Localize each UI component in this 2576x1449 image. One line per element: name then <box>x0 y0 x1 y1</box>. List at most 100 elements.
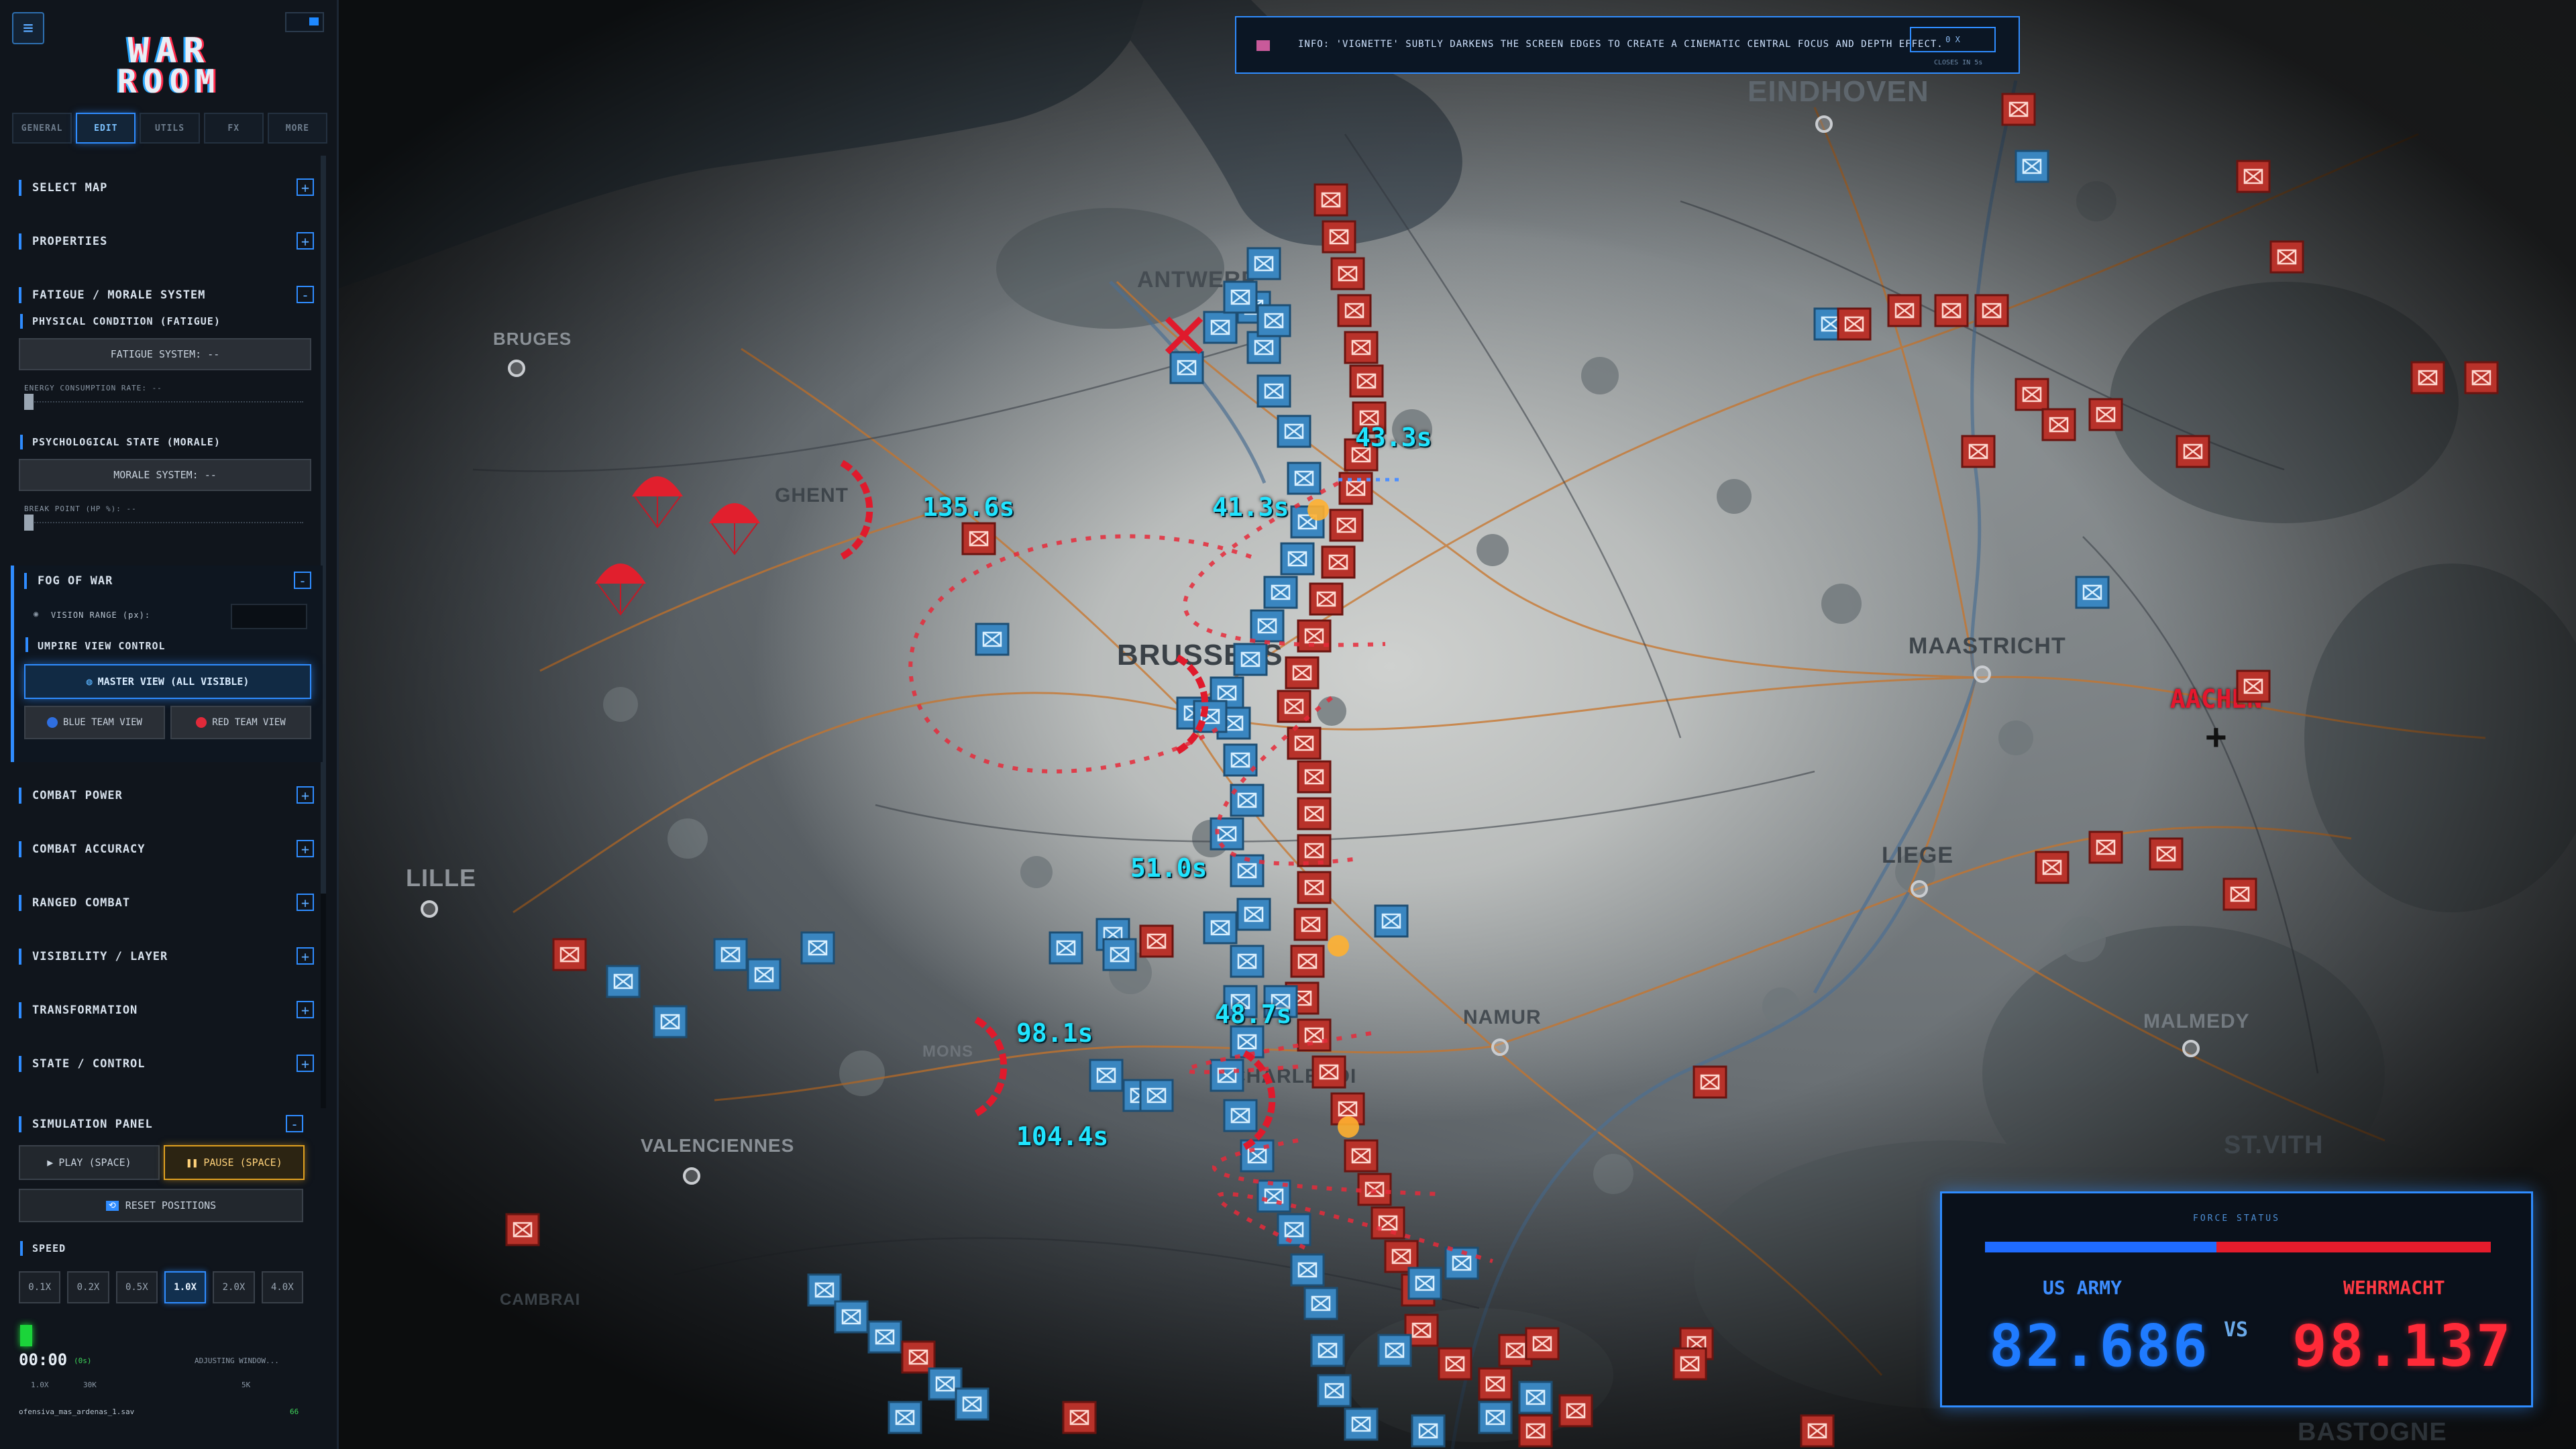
vision-range-input[interactable] <box>231 604 307 629</box>
expand-button[interactable]: + <box>297 786 314 804</box>
axis-unit-icon[interactable] <box>1311 1055 1346 1089</box>
axis-unit-icon[interactable] <box>1672 1347 1707 1381</box>
axis-unit-icon[interactable] <box>1329 508 1364 542</box>
allied-unit-icon[interactable] <box>1256 304 1291 337</box>
allied-unit-icon[interactable] <box>1263 576 1298 609</box>
axis-unit-icon[interactable] <box>1337 294 1372 327</box>
expand-button[interactable]: + <box>297 232 314 250</box>
section-transformation[interactable]: TRANSFORMATION + <box>19 998 314 1022</box>
defense-arc[interactable] <box>974 1016 1008 1117</box>
axis-unit-icon[interactable] <box>2236 669 2271 703</box>
expand-button[interactable]: + <box>297 1001 314 1018</box>
axis-unit-icon[interactable] <box>1478 1367 1513 1401</box>
allied-unit-icon[interactable] <box>975 623 1010 656</box>
allied-unit-icon[interactable] <box>1287 462 1322 495</box>
allied-unit-icon[interactable] <box>1236 898 1271 931</box>
axis-unit-icon[interactable] <box>1290 945 1325 978</box>
defense-arc[interactable] <box>840 460 873 560</box>
info-dismiss-button[interactable]: 0 X <box>1910 27 1996 52</box>
axis-unit-icon[interactable] <box>2041 408 2076 441</box>
axis-unit-icon[interactable] <box>2269 240 2304 274</box>
axis-unit-icon[interactable] <box>1934 294 1969 327</box>
allied-unit-icon[interactable] <box>1203 311 1238 344</box>
axis-unit-icon[interactable] <box>2015 378 2049 411</box>
allied-unit-icon[interactable] <box>606 965 641 998</box>
axis-unit-icon[interactable] <box>505 1213 540 1246</box>
reset-positions-button[interactable]: ⟲ RESET POSITIONS <box>19 1189 303 1222</box>
allied-unit-icon[interactable] <box>1256 374 1291 408</box>
axis-unit-icon[interactable] <box>1438 1347 1472 1381</box>
axis-unit-icon[interactable] <box>1297 834 1332 867</box>
axis-unit-icon[interactable] <box>2222 877 2257 911</box>
axis-unit-icon[interactable] <box>1887 294 1922 327</box>
play-button[interactable]: ▶ PLAY (SPACE) <box>19 1145 160 1180</box>
tab-general[interactable]: GENERAL <box>12 113 72 144</box>
axis-unit-icon[interactable] <box>1344 331 1379 364</box>
axis-unit-icon[interactable] <box>2149 837 2184 871</box>
collapse-button[interactable]: - <box>286 1115 303 1132</box>
allied-unit-icon[interactable] <box>1518 1381 1553 1414</box>
tab-fx[interactable]: FX <box>203 113 264 144</box>
allied-unit-icon[interactable] <box>1169 351 1204 384</box>
section-fatigue[interactable]: FATIGUE / MORALE SYSTEM - <box>19 283 314 307</box>
allied-unit-icon[interactable] <box>1377 1334 1412 1367</box>
energy-rate-slider[interactable] <box>24 394 303 410</box>
allied-unit-icon[interactable] <box>2075 576 2110 609</box>
fatigue-system-button[interactable]: FATIGUE SYSTEM: -- <box>19 338 311 370</box>
morale-system-button[interactable]: MORALE SYSTEM: -- <box>19 459 311 491</box>
allied-unit-icon[interactable] <box>1317 1374 1352 1407</box>
tab-utils[interactable]: UTILS <box>140 113 200 144</box>
section-select-map[interactable]: SELECT MAP + <box>19 176 314 200</box>
axis-unit-icon[interactable] <box>1309 582 1344 616</box>
axis-unit-icon[interactable] <box>2088 398 2123 431</box>
allied-unit-icon[interactable] <box>834 1300 869 1334</box>
allied-unit-icon[interactable] <box>1277 415 1311 448</box>
section-combat-accuracy[interactable]: COMBAT ACCURACY + <box>19 837 314 861</box>
master-view-button[interactable]: ◍ MASTER VIEW (ALL VISIBLE) <box>24 664 311 699</box>
allied-unit-icon[interactable] <box>1344 1407 1379 1441</box>
blue-team-view-button[interactable]: BLUE TEAM VIEW <box>24 706 165 739</box>
speed-0.5x[interactable]: 0.5X <box>115 1271 158 1303</box>
axis-unit-icon[interactable] <box>1321 545 1356 579</box>
axis-unit-icon[interactable] <box>1062 1401 1097 1434</box>
section-simulation-panel[interactable]: SIMULATION PANEL - <box>19 1112 303 1136</box>
battle-map[interactable]: EINDHOVEN ANTWERP BRUGES GHENT BRUSSELS … <box>339 0 2576 1449</box>
axis-unit-icon[interactable] <box>1285 656 1320 690</box>
axis-unit-icon[interactable] <box>961 522 996 555</box>
axis-unit-icon[interactable] <box>1330 257 1365 290</box>
speed-1.0x[interactable]: 1.0X <box>164 1271 207 1303</box>
allied-unit-icon[interactable] <box>1246 247 1281 280</box>
axis-unit-icon[interactable] <box>1322 220 1356 254</box>
axis-unit-icon[interactable] <box>1344 1139 1379 1173</box>
tab-more[interactable]: MORE <box>267 113 328 144</box>
allied-unit-icon[interactable] <box>653 1005 688 1038</box>
allied-unit-icon[interactable] <box>1411 1414 1446 1448</box>
axis-unit-icon[interactable] <box>1293 908 1328 941</box>
explosion-icon[interactable] <box>1338 1116 1359 1138</box>
expand-button[interactable]: + <box>297 894 314 911</box>
axis-unit-icon[interactable] <box>1800 1414 1835 1448</box>
axis-unit-icon[interactable] <box>2464 361 2499 394</box>
allied-unit-icon[interactable] <box>1210 1059 1244 1092</box>
allied-unit-icon[interactable] <box>1223 280 1258 314</box>
parachute-icon[interactable] <box>595 564 646 584</box>
axis-unit-icon[interactable] <box>1974 294 2009 327</box>
axis-unit-icon[interactable] <box>1297 797 1332 830</box>
pause-button[interactable]: ❚❚ PAUSE (SPACE) <box>164 1145 305 1180</box>
axis-unit-icon[interactable] <box>2236 160 2271 193</box>
allied-unit-icon[interactable] <box>1303 1287 1338 1320</box>
expand-button[interactable]: + <box>297 178 314 196</box>
allied-unit-icon[interactable] <box>1277 1213 1311 1246</box>
allied-unit-icon[interactable] <box>747 958 782 991</box>
axis-unit-icon[interactable] <box>1349 364 1384 398</box>
axis-unit-icon[interactable] <box>1961 435 1996 468</box>
allied-unit-icon[interactable] <box>1230 945 1265 978</box>
expand-button[interactable]: + <box>297 947 314 965</box>
axis-unit-icon[interactable] <box>2176 435 2210 468</box>
collapse-button[interactable]: - <box>294 572 311 589</box>
allied-unit-icon[interactable] <box>1280 542 1315 576</box>
axis-unit-icon[interactable] <box>2035 851 2070 884</box>
break-point-slider[interactable] <box>24 515 303 531</box>
axis-unit-icon[interactable] <box>1558 1394 1593 1428</box>
section-combat-power[interactable]: COMBAT POWER + <box>19 784 314 808</box>
